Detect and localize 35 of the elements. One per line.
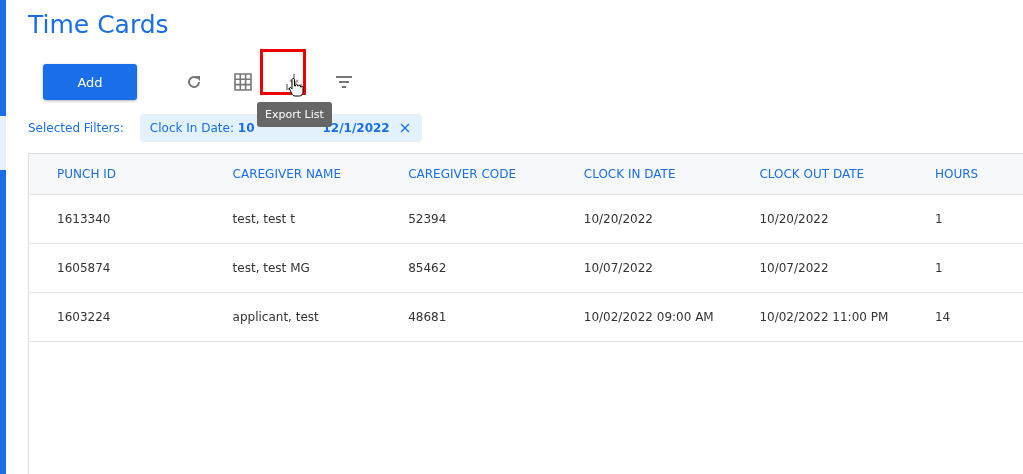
column-header[interactable]: CAREGIVER CODE	[380, 167, 556, 181]
table-cell-text: 1605874	[56, 261, 112, 275]
table-cell-text: applicant, test	[231, 310, 320, 324]
filters-label: Selected Filters:	[28, 121, 124, 135]
refresh-icon[interactable]	[185, 73, 203, 91]
table-cell-text: 1	[933, 261, 944, 275]
table-cell-text: 14	[933, 310, 952, 324]
table-cell-text: 10/02/2022 09:00 AM	[582, 310, 715, 324]
chip-text: Clock In Date: 10	[149, 121, 255, 135]
download-icon[interactable]	[285, 73, 303, 91]
column-header[interactable]: HOURS	[906, 167, 1023, 181]
table-cell-text: 10/02/2022 11:00 PM	[758, 310, 890, 324]
column-header[interactable]: CLOCK IN DATE	[555, 167, 732, 181]
table-cell-text: 1603224	[56, 310, 112, 324]
grid-icon[interactable]	[234, 73, 252, 91]
column-header[interactable]: CAREGIVER NAME	[204, 167, 381, 181]
close-icon[interactable]	[399, 123, 410, 133]
table-cell-text: test, test t	[231, 212, 296, 226]
table-cell-text: 10/20/2022	[758, 212, 830, 226]
table-cell-text: 10/07/2022	[758, 261, 830, 275]
table-cell-text: 48681	[407, 310, 448, 324]
table-cell-text: 10/20/2022	[582, 212, 654, 226]
table-cell-text: 10/07/2022	[582, 261, 654, 275]
column-header[interactable]: CLOCK OUT DATE	[731, 167, 907, 181]
tooltip: Export List	[257, 102, 332, 127]
column-header[interactable]: PUNCH ID	[29, 167, 205, 181]
table-cell-text: 1	[933, 212, 944, 226]
page-title: Time Cards	[28, 10, 170, 41]
filter-icon[interactable]	[335, 75, 353, 89]
add-button[interactable]: Add	[43, 64, 137, 100]
table-cell-text: 1613340	[56, 212, 112, 226]
hand-cursor-icon	[288, 77, 304, 97]
table-cell-text: test, test MG	[231, 261, 311, 275]
table-cell-text: 52394	[407, 212, 448, 226]
table-cell-text: 85462	[407, 261, 448, 275]
